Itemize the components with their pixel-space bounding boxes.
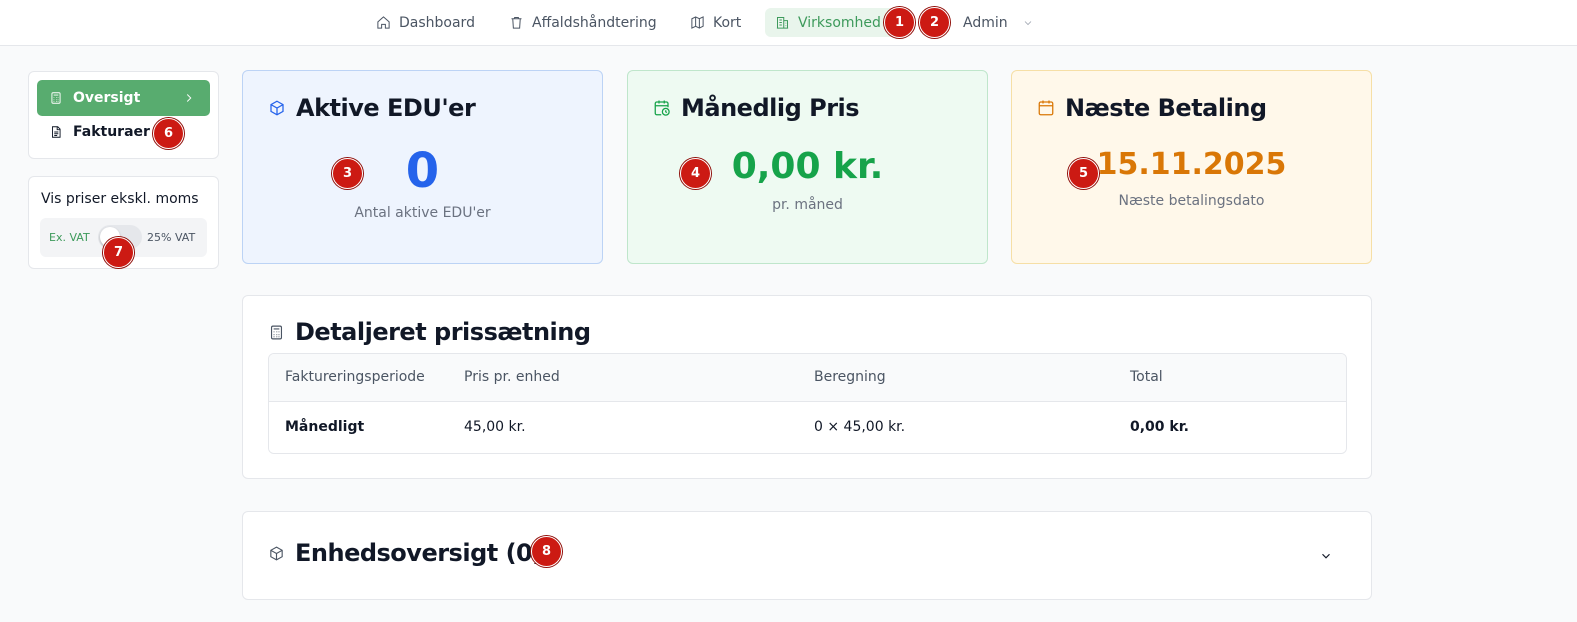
stat-edu-title: Aktive EDU'er [296, 94, 476, 122]
stat-card-heading: Næste Betaling [1037, 94, 1267, 122]
stat-card-naeste-betaling: Næste Betaling 15.11.2025 Næste betaling… [1011, 70, 1372, 264]
chevron-down-icon [1024, 20, 1031, 25]
column-header-pris-pr-enhed: Pris pr. enhed [464, 369, 560, 385]
annotation-badge: 7 [103, 237, 134, 268]
nav-affaldshaandtering[interactable]: Affaldshåndtering [499, 8, 667, 37]
sidebar-item-oversigt[interactable]: Oversigt [37, 80, 210, 116]
file-text-icon [52, 126, 61, 138]
nav-dashboard[interactable]: Dashboard [366, 8, 485, 37]
home-icon [377, 16, 390, 29]
enheds-title: Enhedsoversigt (0) [295, 539, 543, 567]
nav-virksomhed-label: Virksomhed [798, 14, 881, 31]
annotation-badge: 2 [919, 7, 950, 38]
sidebar-menu: Oversigt Fakturaer [28, 71, 219, 159]
column-header-beregning: Beregning [814, 369, 886, 385]
nav-admin-label: Admin [963, 14, 1008, 31]
package-icon [270, 100, 284, 116]
nav-virksomhed[interactable]: Virksomhed [765, 8, 897, 37]
column-header-faktureringsperiode: Faktureringsperiode [285, 369, 425, 385]
nav-kort-label: Kort [713, 14, 742, 31]
stat-betaling-value: 15.11.2025 [1096, 147, 1287, 182]
stat-edu-subtitle: Antal aktive EDU'er [354, 205, 491, 221]
stat-edu-value: 0 [405, 143, 440, 199]
vat-inc-label: 25% VAT [147, 231, 196, 244]
enheds-heading: Enhedsoversigt (0) [268, 539, 543, 567]
chevron-down-icon[interactable] [1319, 549, 1333, 563]
nav-affald-label: Affaldshåndtering [532, 14, 657, 31]
building-icon [776, 17, 789, 29]
detail-heading: Detaljeret prissætning [268, 318, 591, 346]
stat-betaling-title: Næste Betaling [1065, 94, 1267, 122]
sidebar-item-oversigt-label: Oversigt [73, 90, 141, 106]
cell-pris-pr-enhed: 45,00 kr. [464, 419, 526, 435]
stat-card-aktive-edu: Aktive EDU'er 0 Antal aktive EDU'er [242, 70, 603, 264]
annotation-badge: 5 [1068, 158, 1099, 189]
cell-total: 0,00 kr. [1130, 419, 1189, 435]
table-header: Faktureringsperiode Pris pr. enhed Bereg… [269, 354, 1346, 402]
trash-icon [511, 17, 522, 29]
stat-card-heading: Månedlig Pris [653, 94, 860, 122]
pricing-table: Faktureringsperiode Pris pr. enhed Bereg… [268, 353, 1347, 454]
cell-beregning: 0 × 45,00 kr. [814, 419, 906, 435]
column-header-total: Total [1130, 369, 1163, 385]
stat-pris-subtitle: pr. måned [772, 197, 843, 213]
annotation-badge: 8 [531, 536, 562, 567]
nav-dashboard-label: Dashboard [399, 14, 475, 31]
calculator-icon [270, 325, 283, 339]
top-navigation: Dashboard Affaldshåndtering Kort Virksom… [0, 0, 1577, 46]
stat-pris-title: Månedlig Pris [681, 94, 860, 122]
map-icon [691, 16, 704, 29]
detaljeret-prissaetning-card: Detaljeret prissætning Faktureringsperio… [242, 295, 1372, 479]
enhedsoversigt-card[interactable]: Enhedsoversigt (0) [242, 511, 1372, 600]
calendar-clock-icon [654, 100, 670, 116]
annotation-badge: 4 [680, 158, 711, 189]
annotation-badge: 3 [332, 158, 363, 189]
sidebar-item-fakturaer[interactable]: Fakturaer [49, 124, 150, 140]
vat-ex-label: Ex. VAT [49, 231, 90, 244]
calculator-icon [51, 92, 61, 104]
stat-betaling-subtitle: Næste betalingsdato [1118, 193, 1265, 209]
nav-kort[interactable]: Kort [680, 8, 751, 37]
sidebar-item-fakturaer-label: Fakturaer [73, 124, 150, 140]
stat-card-heading: Aktive EDU'er [268, 94, 476, 122]
table-row: Månedligt 45,00 kr. 0 × 45,00 kr. 0,00 k… [269, 402, 1346, 453]
nav-admin-dropdown[interactable]: Admin [953, 8, 1044, 37]
calendar-icon [1038, 100, 1054, 116]
detail-title: Detaljeret prissætning [295, 318, 591, 346]
chevron-right-icon [186, 94, 192, 102]
vat-title: Vis priser ekskl. moms [41, 191, 199, 207]
annotation-badge: 1 [884, 7, 915, 38]
annotation-badge: 6 [153, 118, 184, 149]
cell-periode: Månedligt [285, 419, 365, 435]
package-icon [270, 545, 283, 561]
